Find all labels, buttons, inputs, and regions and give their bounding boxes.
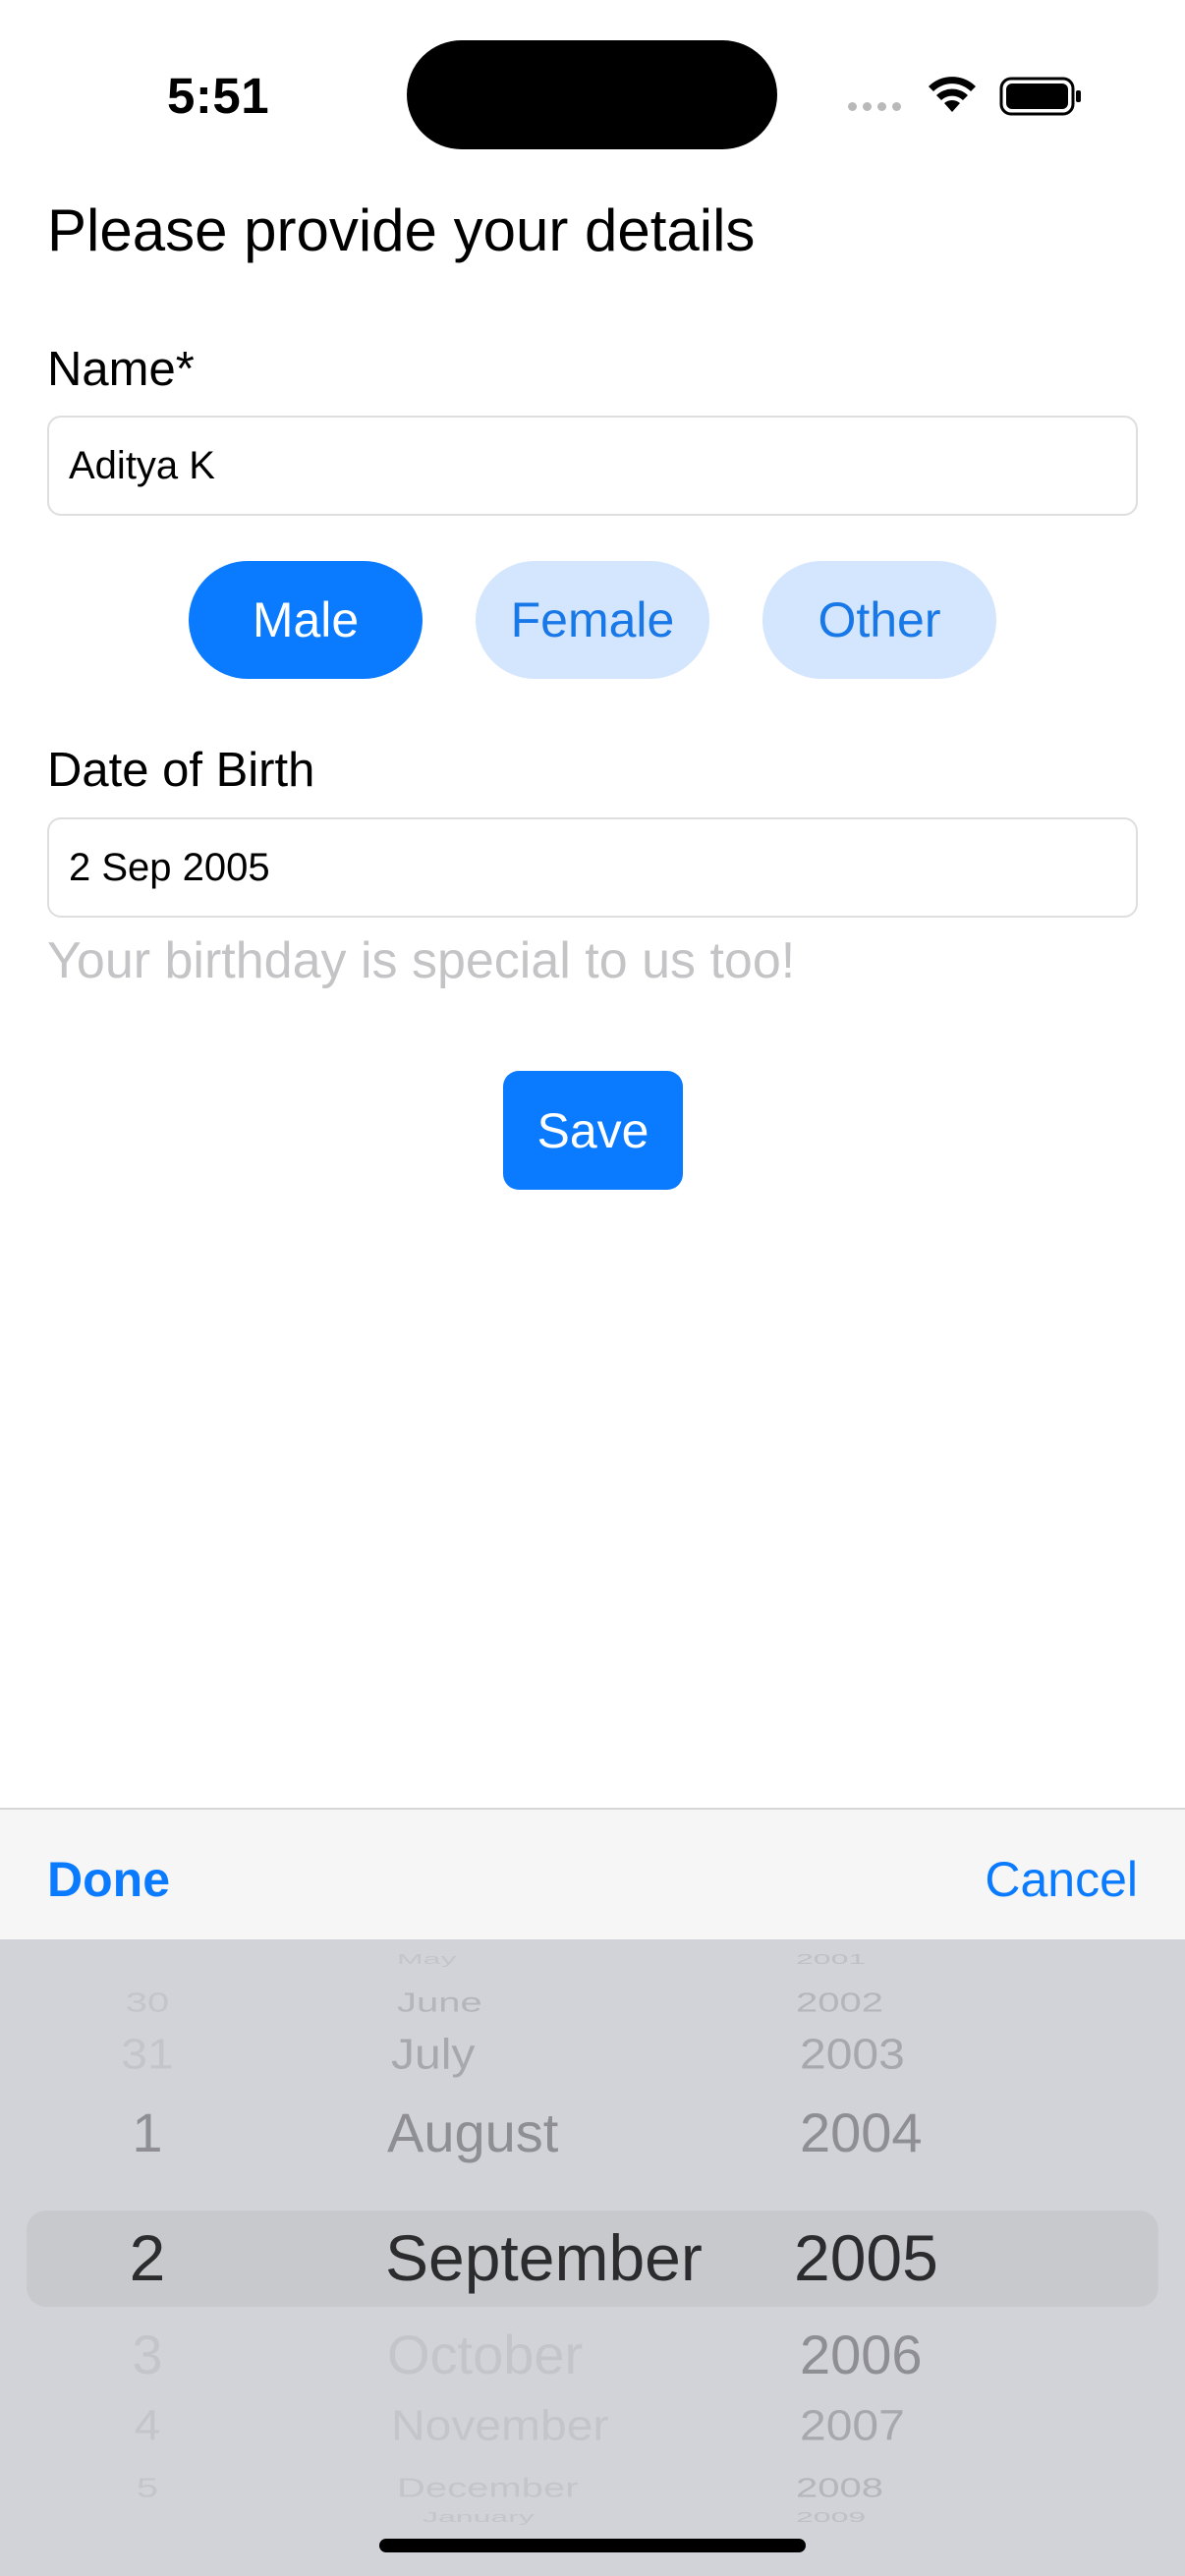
home-indicator[interactable]	[379, 2539, 806, 2552]
name-label: Name*	[47, 343, 195, 396]
day-item[interactable]: 5	[20, 2473, 275, 2504]
day-item-selected[interactable]: 2	[20, 2220, 275, 2295]
cellular-signal-icon	[848, 102, 901, 111]
month-item[interactable]: November	[391, 2402, 608, 2451]
day-item[interactable]: 1	[20, 2100, 275, 2164]
page-title: Please provide your details	[47, 197, 756, 263]
gender-male-button[interactable]: Male	[189, 561, 423, 679]
dob-field-value: 2 Sep 2005	[69, 845, 270, 889]
month-item[interactable]: May	[397, 1951, 456, 1968]
done-button[interactable]: Done	[47, 1851, 170, 1908]
status-time: 5:51	[167, 68, 270, 124]
wifi-icon	[929, 77, 976, 112]
day-item[interactable]: 4	[20, 2402, 275, 2451]
year-item[interactable]: 2006	[800, 2323, 923, 2386]
month-item[interactable]: January	[423, 2509, 535, 2526]
dob-label: Date of Birth	[47, 744, 315, 797]
month-item-selected[interactable]: September	[385, 2220, 703, 2295]
year-item[interactable]: 2002	[796, 1988, 883, 2019]
month-wheel[interactable]: May June July August September October N…	[383, 1939, 796, 2576]
gender-other-button[interactable]: Other	[762, 561, 996, 679]
month-item[interactable]: August	[387, 2100, 558, 2164]
gender-female-button[interactable]: Female	[476, 561, 709, 679]
date-picker[interactable]: 30 31 1 2 3 4 5 May June July August Sep…	[0, 1939, 1185, 2576]
month-item[interactable]: July	[391, 2031, 475, 2080]
year-item[interactable]: 2008	[796, 2473, 883, 2504]
picker-toolbar: Done Cancel	[0, 1808, 1185, 1939]
battery-icon	[999, 77, 1081, 116]
year-item[interactable]: 2009	[796, 2509, 866, 2526]
save-button[interactable]: Save	[503, 1071, 683, 1190]
day-item[interactable]: 30	[20, 1988, 275, 2019]
day-item[interactable]: 3	[20, 2323, 275, 2386]
year-item-selected[interactable]: 2005	[794, 2220, 938, 2295]
name-field[interactable]: Aditya K	[47, 416, 1138, 516]
month-item[interactable]: October	[387, 2323, 583, 2386]
year-item[interactable]: 2003	[800, 2031, 905, 2080]
cancel-button[interactable]: Cancel	[985, 1851, 1138, 1908]
dob-hint: Your birthday is special to us too!	[47, 932, 796, 989]
name-field-value: Aditya K	[69, 443, 215, 487]
year-item[interactable]: 2004	[800, 2100, 923, 2164]
year-wheel[interactable]: 2001 2002 2003 2004 2005 2006 2007 2008 …	[776, 1939, 973, 2576]
dynamic-island	[407, 40, 777, 149]
month-item[interactable]: December	[397, 2473, 579, 2504]
dob-field[interactable]: 2 Sep 2005	[47, 817, 1138, 918]
day-item[interactable]: 31	[20, 2031, 275, 2080]
year-item[interactable]: 2007	[800, 2402, 905, 2451]
month-item[interactable]: June	[397, 1988, 482, 2019]
day-wheel[interactable]: 30 31 1 2 3 4 5	[121, 1939, 393, 2576]
year-item[interactable]: 2001	[796, 1951, 866, 1968]
